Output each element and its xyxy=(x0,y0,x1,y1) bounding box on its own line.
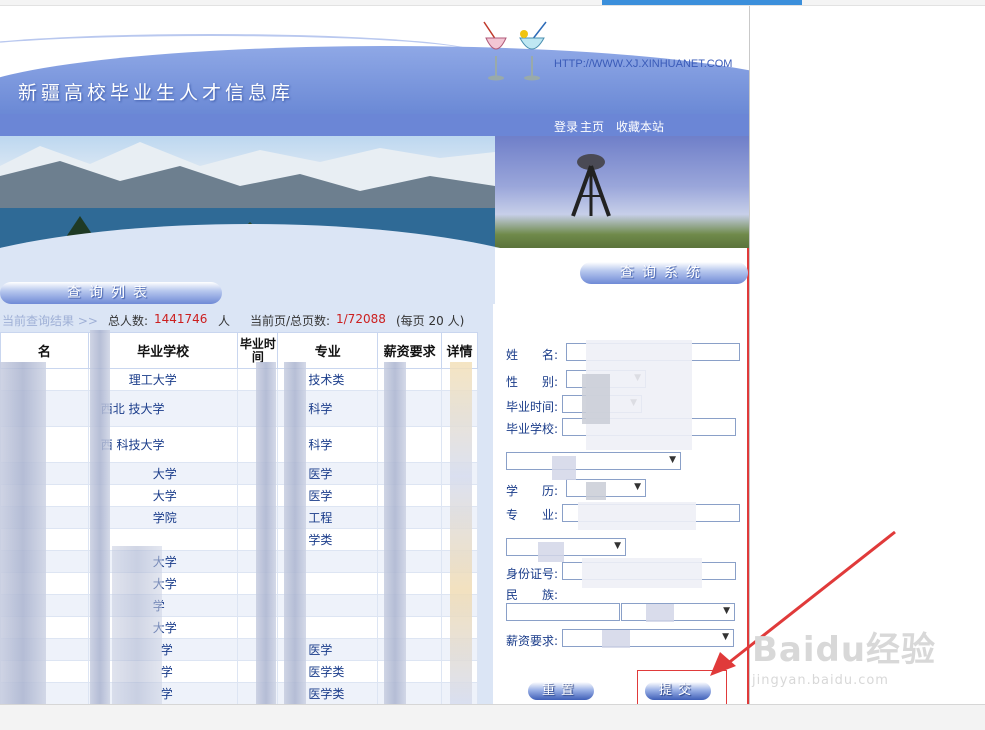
watermark-brand: Baidu经验 xyxy=(752,630,937,670)
major-category-select[interactable] xyxy=(506,538,626,556)
watermark-url: jingyan.baidu.com xyxy=(752,673,889,688)
label-education: 学 历: xyxy=(506,484,559,498)
mosaic-blur-region xyxy=(552,456,576,480)
school-cell[interactable]: 学 xyxy=(87,594,239,617)
total-value: 1441746 xyxy=(154,312,208,326)
active-tab-indicator xyxy=(602,0,802,5)
label-name: 姓 名: xyxy=(506,348,559,362)
nav-bar: 登录 主页 收藏本站 xyxy=(0,114,749,138)
result-stats: 当前查询结果 >> 总人数: 1441746 人 当前页/总页数: 1/7208… xyxy=(0,310,493,328)
school-cell[interactable]: 大学 xyxy=(87,616,239,639)
region-select[interactable] xyxy=(506,452,681,470)
mosaic-blur-school xyxy=(90,330,110,704)
mosaic-blur-education xyxy=(586,482,606,500)
list-section-title: 查询列表 xyxy=(0,282,222,304)
school-cell[interactable] xyxy=(87,528,239,551)
school-cell[interactable]: 学院 xyxy=(87,506,239,529)
page-label: 当前页/总页数: xyxy=(250,314,331,328)
label-school: 毕业学校: xyxy=(506,422,559,436)
nav-login-link[interactable]: 登录 xyxy=(554,120,578,134)
search-section-title: 查询系统 xyxy=(580,262,748,284)
nav-links: 登录 主页 收藏本站 xyxy=(546,118,664,135)
nav-home-link[interactable]: 主页 xyxy=(580,120,604,134)
mosaic-blur-salary xyxy=(384,362,406,704)
mosaic-blur-major xyxy=(578,502,696,530)
tower-image xyxy=(571,154,611,217)
site-url[interactable]: HTTP://WWW.XJ.XINHUANET.COM xyxy=(554,58,732,70)
site-title: 新疆高校毕业生人才信息库 xyxy=(18,82,295,104)
school-cell[interactable]: 理工大学 xyxy=(87,368,239,391)
col-school: 毕业学校 xyxy=(87,332,239,369)
label-gender: 性 别: xyxy=(506,375,559,389)
label-major: 专 业: xyxy=(506,508,559,522)
education-select[interactable] xyxy=(566,479,646,497)
total-unit: 人 xyxy=(218,314,231,328)
page-value: 1/72088 xyxy=(336,312,386,326)
school-cell[interactable]: 大学 xyxy=(87,484,239,507)
mosaic-blur-detail xyxy=(450,362,472,704)
mosaic-blur-salary xyxy=(602,630,630,648)
nav-bookmark-link[interactable]: 收藏本站 xyxy=(616,120,664,134)
school-cell[interactable]: 西 科技大学 xyxy=(87,426,239,463)
stats-prefix: 当前查询结果 >> xyxy=(2,314,98,328)
label-grad-time: 毕业时间: xyxy=(506,400,559,414)
school-cell[interactable]: 学 xyxy=(87,638,239,661)
mosaic-blur-ethnicity xyxy=(646,604,674,622)
total-label: 总人数: xyxy=(108,314,149,328)
mosaic-blur-id xyxy=(582,558,702,588)
mosaic-blur-major-cat xyxy=(538,542,564,562)
cocktail-drinks-icon xyxy=(483,21,547,81)
school-cell[interactable]: 西北 技大学 xyxy=(87,390,239,427)
mosaic-blur-school-2 xyxy=(112,546,162,704)
mosaic-blur-gender xyxy=(582,374,610,424)
label-id-number: 身份证号: xyxy=(506,567,559,581)
label-ethnicity: 民 族: xyxy=(506,588,559,602)
school-cell[interactable]: 大学 xyxy=(87,572,239,595)
result-table: 名 毕业学校 毕业时间 专业 薪资要求 详情 理工大学 技术类 西北 技大学 科学 … xyxy=(0,332,478,704)
page-frame: HTTP://WWW.XJ.XINHUANET.COM 新疆高校毕业生人才信息库… xyxy=(0,6,750,704)
mosaic-blur-major xyxy=(284,362,306,704)
baidu-watermark: Baidu经验 jingyan.baidu.com xyxy=(752,622,936,688)
school-cell[interactable]: 学 xyxy=(87,682,239,704)
school-cell[interactable]: 学 xyxy=(87,660,239,683)
mosaic-blur-names xyxy=(0,362,46,704)
reset-button[interactable]: 重置 xyxy=(528,682,594,700)
ethnicity-input[interactable] xyxy=(506,603,620,621)
browser-bottom-bar xyxy=(0,704,985,730)
mosaic-blur-time xyxy=(256,362,276,704)
per-page: (每页 20 人) xyxy=(396,314,465,328)
school-cell[interactable]: 大学 xyxy=(87,550,239,573)
tower-banner xyxy=(495,136,749,248)
label-salary: 薪资要求: xyxy=(506,634,559,648)
school-cell[interactable]: 大学 xyxy=(87,462,239,485)
